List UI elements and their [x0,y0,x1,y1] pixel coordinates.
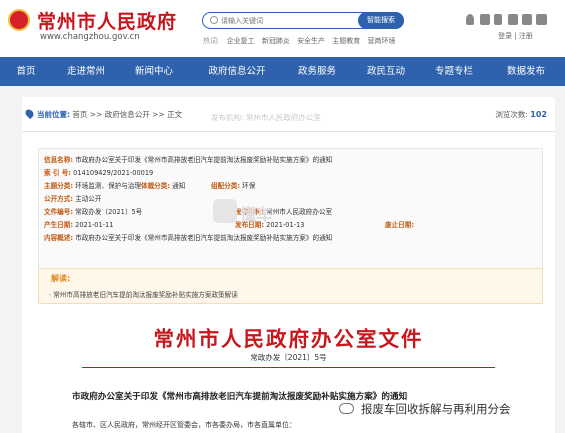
site-header: 常州市人民政府 www.changzhou.gov.cn 智能搜索 热词: 企业… [0,0,565,57]
notice-greeting: 各辖市、区人民政府，常州经开区管委会，市各委办局，市各直属单位： [72,421,296,429]
login-register-link[interactable]: 登录 | 注册 [498,31,533,41]
hot-words: 热词: 企业复工 新冠肺炎 安全生产 主题教育 营商环境 [203,36,401,46]
english-icon[interactable] [536,14,547,25]
wechat-account-name: 报废车回收拆解与再利用分会 [361,402,511,416]
view-count-value: 102 [530,110,547,119]
hot-word-link[interactable]: 营商环境 [368,37,396,45]
hot-words-label: 热词: [203,37,220,45]
nav-item-data[interactable]: 数据发布 [500,57,552,86]
nav-item-services[interactable]: 政务服务 [285,57,349,86]
hot-word-link[interactable]: 主题教育 [332,37,360,45]
search-box: 智能搜索 [202,12,404,29]
meta-created: 2021-01-11 [75,221,114,229]
meta-label: 体裁分类: [141,182,171,190]
mobile-icon[interactable] [494,14,502,25]
national-emblem-icon [8,9,30,31]
watermark-text: 发布机构: 常州市人民政府办公室 [211,113,321,122]
meta-label: 主题分类: [44,182,74,190]
nav-item-news[interactable]: 新闻中心 [128,57,180,86]
interpretation-title: 解读: [51,274,71,283]
meta-open: 主动公开 [75,195,102,203]
watermark-logo-icon [213,199,237,223]
hot-word-link[interactable]: 新冠肺炎 [262,37,290,45]
meta-docno: 常政办发〔2021〕5号 [75,208,143,216]
meta-summary: 市政府办公室关于印发《常州市高排放老旧汽车提前淘汰报废奖励补贴实施方案》的通知 [75,234,333,242]
breadcrumb-text: 当前位置: 首页 >> 政府信息公开 >> 正文 [37,109,182,120]
article-panel: 当前位置: 首页 >> 政府信息公开 >> 正文 浏览次数: 102 信息名称:… [22,97,555,433]
meta-topic: 环境监测、保护与治理 [75,182,142,190]
watermark-brand: 懂车 [240,205,273,224]
meta-label: 组配分类: [211,182,241,190]
view-count: 浏览次数: 102 [495,109,547,120]
header-utility-icons [466,14,556,28]
location-pin-icon [23,107,36,120]
document-title: 常州市人民政府办公室文件 [153,327,424,351]
meta-label: 产生日期: [44,221,74,229]
meta-label: 信息名称: [44,156,74,164]
breadcrumb-label: 当前位置: [37,110,70,119]
nav-item-gov-info[interactable]: 政府信息公开 [200,57,274,86]
meta-label: 废止日期: [385,221,415,229]
meta-label: 文件编号: [44,208,74,216]
wechat-bubble-icon [339,403,354,414]
document-number: 常政办发〔2021〕5号 [250,353,327,362]
meta-index-no: 014109429/2021-00019 [73,169,154,177]
view-count-label: 浏览次数: [495,110,528,119]
breadcrumb-path[interactable]: 首页 >> 政府信息公开 >> 正文 [72,110,182,119]
meta-issuer: 常州市人民政府办公室 [266,208,333,216]
nav-item-home[interactable]: 首页 [6,57,46,86]
meta-org: 环保 [242,182,256,190]
main-nav: 首页 走进常州 新闻中心 政府信息公开 政务服务 政民互动 专题专栏 数据发布 [0,57,565,86]
accessibility-icon[interactable] [480,14,490,25]
weibo-icon[interactable] [522,14,532,25]
nav-item-topics[interactable]: 专题专栏 [428,57,480,86]
interpretation-box: 解读: · 常州市高排放老旧汽车提前淘汰报废奖励补贴实施方案政策解读 [38,268,543,304]
meta-label: 内容概述: [44,234,74,242]
wechat-icon[interactable] [508,14,518,25]
notice-heading: 市政府办公室关于印发《常州市高排放老旧汽车提前淘汰报废奖励补贴实施方案》的通知 [72,392,408,402]
user-icon[interactable] [466,14,474,25]
interpretation-link[interactable]: · 常州市高排放老旧汽车提前淘汰报废奖励补贴实施方案政策解读 [49,289,238,299]
hot-word-link[interactable]: 企业复工 [227,37,255,45]
site-url: www.changzhou.gov.cn [40,32,140,42]
meta-genre: 通知 [172,182,186,190]
search-button[interactable]: 智能搜索 [358,12,404,29]
meta-info-name: 市政府办公室关于印发《常州市高排放老旧汽车提前淘汰报废奖励补贴实施方案》的通知 [75,156,333,164]
nav-item-interaction[interactable]: 政民互动 [360,57,412,86]
red-divider [82,367,495,368]
search-icon [210,16,218,24]
search-input[interactable] [221,14,351,27]
site-title[interactable]: 常州市人民政府 [37,7,177,34]
hot-word-link[interactable]: 安全生产 [297,37,325,45]
meta-label: 公开方式: [44,195,74,203]
nav-item-about[interactable]: 走进常州 [60,57,112,86]
meta-label: 索 引 号: [44,169,72,177]
